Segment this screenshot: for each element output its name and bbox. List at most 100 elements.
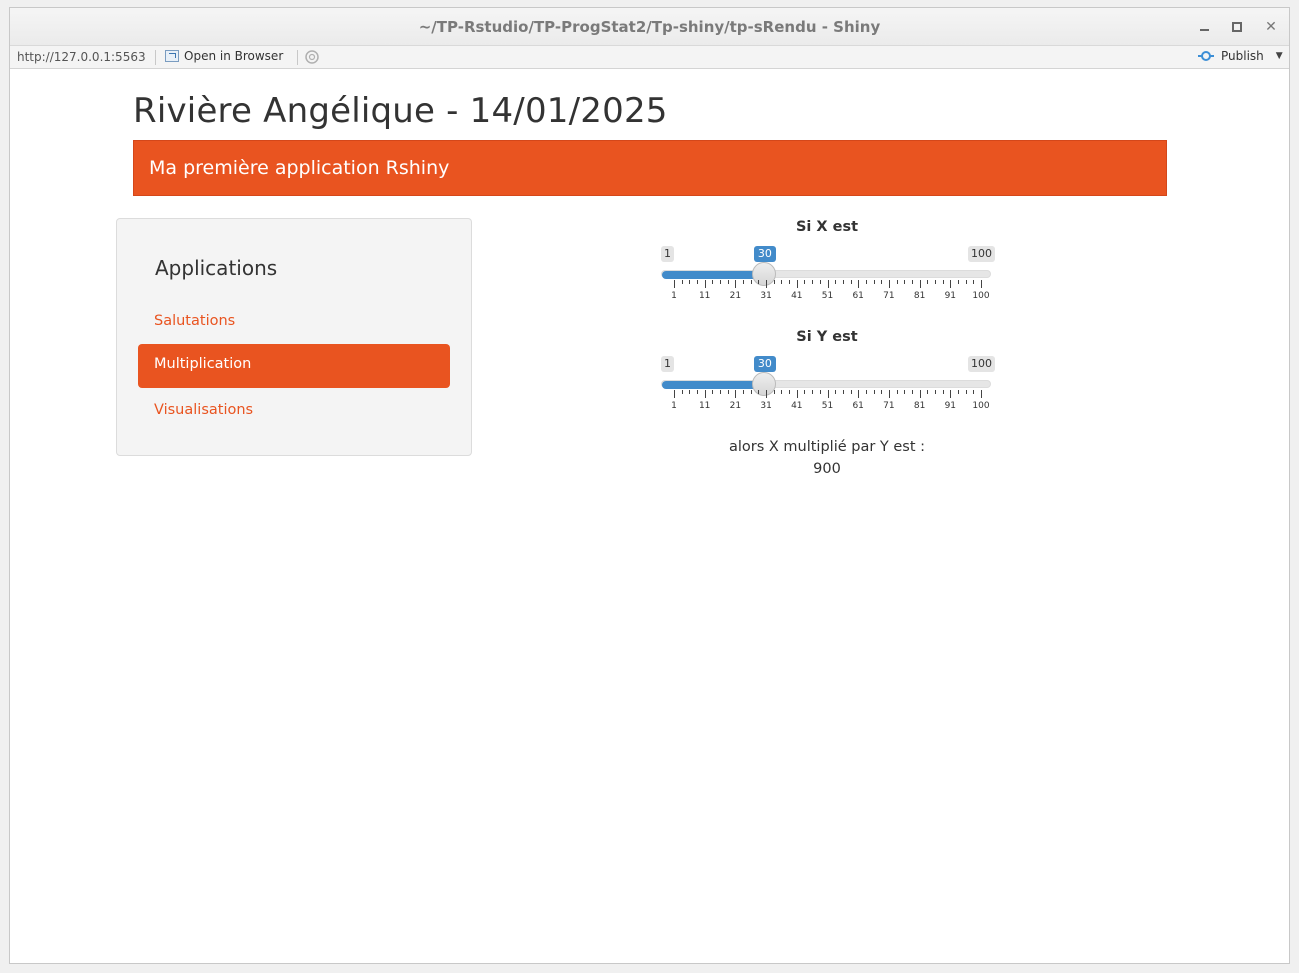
slider-x-ticks: 1 11 21 31 41 51 61 71 81 91 100 [661, 280, 993, 302]
slider-tick [950, 280, 952, 288]
minimize-icon[interactable] [1194, 17, 1214, 37]
slider-tick [858, 390, 860, 398]
slider-x-value: 30 [753, 246, 776, 262]
slider-tick [934, 280, 936, 284]
slider-tick [704, 390, 706, 398]
slider-tick [758, 390, 760, 394]
slider-tick [727, 390, 729, 394]
slider-tick [981, 390, 982, 398]
maximize-icon[interactable] [1227, 17, 1247, 37]
slider-tick [796, 280, 798, 288]
publish-label: Publish [1221, 49, 1264, 63]
slider-tick [896, 280, 898, 284]
slider-tick [957, 390, 959, 394]
slider-tick-label: 11 [698, 291, 711, 301]
slider-tick [881, 280, 883, 284]
slider-tick [697, 390, 699, 394]
slider-tick [850, 280, 852, 284]
slider-tick [865, 390, 867, 394]
slider-tick [750, 390, 752, 394]
sidebar-item-multiplication[interactable]: Multiplication [138, 344, 450, 388]
slider-tick [873, 390, 875, 394]
slider-y-track[interactable] [661, 380, 991, 389]
slider-tick [904, 390, 906, 394]
slider-tick [942, 390, 944, 394]
publish-icon [1198, 51, 1214, 61]
slider-tick [965, 280, 967, 284]
slider-tick-label: 91 [944, 291, 957, 301]
slider-tick-label: 11 [698, 401, 711, 411]
sidebar-item-visualisations[interactable]: Visualisations [138, 390, 450, 434]
publish-button[interactable]: Publish ▼ [1197, 49, 1283, 63]
slider-tick [674, 390, 675, 398]
slider-tick [842, 390, 844, 394]
url-display: http://127.0.0.1:5563 [17, 50, 146, 64]
open-in-browser-label: Open in Browser [184, 49, 284, 63]
slider-x-fill [662, 271, 765, 279]
toolbar-divider [297, 50, 298, 65]
slider-y-min: 1 [661, 356, 674, 372]
slider-tick-label: 100 [972, 401, 990, 411]
slider-y-ticks: 1 11 21 31 41 51 61 71 81 91 100 [661, 390, 993, 412]
slider-tick [965, 390, 967, 394]
slider-tick [758, 280, 760, 284]
slider-tick [712, 280, 714, 284]
slider-tick [835, 390, 837, 394]
slider-x-track[interactable] [661, 270, 991, 279]
slider-tick [812, 280, 814, 284]
slider-tick [697, 280, 699, 284]
slider-tick-label: 21 [729, 291, 742, 301]
slider-tick [796, 390, 798, 398]
slider-tick [973, 280, 975, 284]
slider-tick [689, 280, 691, 284]
close-icon[interactable]: ✕ [1261, 17, 1281, 37]
slider-tick-label: 71 [883, 291, 895, 301]
slider-tick [827, 280, 829, 288]
slider-tick [950, 390, 952, 398]
slider-tick [681, 390, 683, 394]
slider-tick [720, 280, 722, 284]
slider-tick [865, 280, 867, 284]
slider-tick-label: 51 [821, 291, 834, 301]
refresh-icon[interactable] [304, 49, 320, 65]
slider-tick-label: 71 [883, 401, 895, 411]
slider-tick [727, 280, 729, 284]
slider-tick [934, 390, 936, 394]
slider-tick [720, 390, 722, 394]
slider-tick-label: 100 [972, 291, 990, 301]
slider-tick [804, 390, 806, 394]
navbar-brand[interactable]: Ma première application Rshiny [149, 157, 449, 179]
slider-tick [858, 280, 860, 288]
sidebar-panel: Applications Salutations Multiplication … [116, 218, 472, 456]
slider-tick-label: 51 [821, 401, 834, 411]
slider-tick-label: 1 [671, 291, 677, 301]
slider-y-value: 30 [753, 356, 776, 372]
slider-tick [766, 280, 768, 288]
slider-x-label: Si X est [795, 219, 859, 235]
window-title: ~/TP-Rstudio/TP-ProgStat2/Tp-shiny/tp-sR… [418, 18, 881, 36]
slider-tick [689, 390, 691, 394]
chevron-down-icon[interactable]: ▼ [1276, 51, 1283, 61]
slider-tick [819, 280, 821, 284]
slider-y-label: Si Y est [796, 329, 858, 345]
slider-tick-label: 41 [791, 401, 803, 411]
slider-x: Si X est 1 30 100 1 11 21 31 41 51 61 71 81 91 100 [661, 219, 995, 314]
slider-tick [750, 280, 752, 284]
slider-tick [873, 280, 875, 284]
slider-tick-label: 1 [671, 401, 677, 411]
slider-tick [911, 390, 913, 394]
slider-tick [881, 390, 883, 394]
slider-tick [743, 280, 745, 284]
slider-tick [704, 280, 706, 288]
sidebar-item-salutations[interactable]: Salutations [138, 301, 450, 345]
open-in-browser-button[interactable]: Open in Browser [165, 49, 283, 63]
slider-tick [888, 390, 890, 398]
slider-tick [789, 390, 791, 394]
slider-tick [789, 280, 791, 284]
slider-tick-label: 21 [729, 401, 742, 411]
slider-tick-label: 81 [913, 401, 926, 411]
slider-tick-label: 31 [760, 401, 772, 411]
navbar: Ma première application Rshiny [133, 140, 1167, 196]
slider-tick-label: 61 [852, 291, 864, 301]
slider-tick [919, 390, 921, 398]
